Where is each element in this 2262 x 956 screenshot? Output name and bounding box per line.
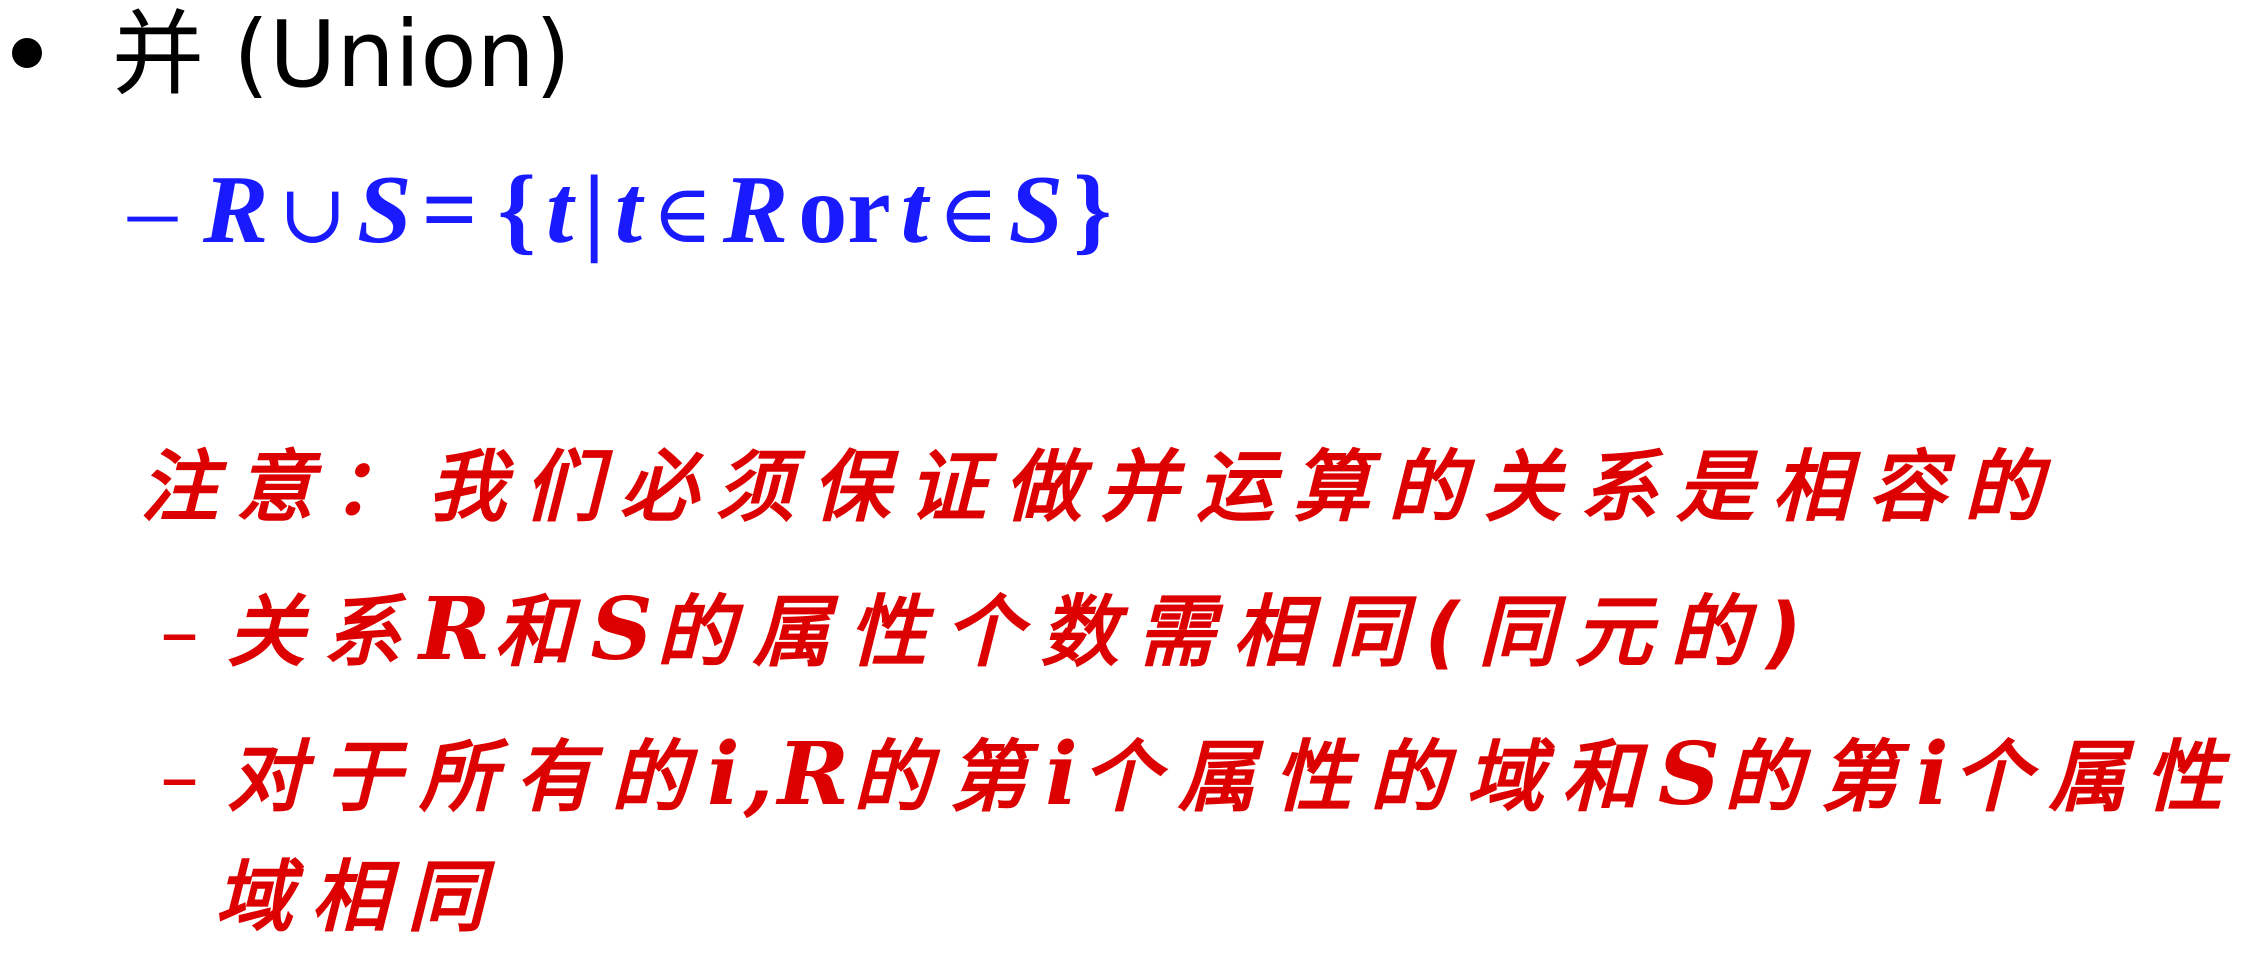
formula-r: R: [722, 156, 789, 264]
heading-line: 并 (Union): [12, 0, 571, 110]
sub-bullet-dash: –: [160, 733, 199, 823]
relation-r: R: [777, 724, 854, 825]
element-of-symbol: ∈: [652, 167, 713, 262]
note-item-domain: – 对于所有的i,R的第i个属性的域和S的第i个属性: [160, 725, 2241, 828]
note-text: 个属性的域和: [1081, 733, 1658, 823]
equals-sign: =: [421, 156, 478, 264]
note-text: 个属性: [1952, 733, 2241, 823]
sub-bullet-dash: –: [160, 588, 199, 678]
relation-r: R: [419, 579, 495, 680]
union-formula: – R ∪ S ={t | t ∈ Ror t ∈ S}: [128, 150, 1122, 275]
heading-text: 并 (Union): [112, 1, 571, 108]
note-item-arity: – 关系R和S的属性个数需相同(同元的): [160, 580, 1820, 683]
index-i: i,: [707, 724, 778, 825]
relation-s: S: [1657, 724, 1724, 825]
formula-t: t: [614, 156, 643, 264]
bullet-icon: [12, 37, 42, 68]
note-text: 关系: [227, 588, 420, 678]
left-brace: {: [497, 156, 537, 264]
slide: 并 (Union) – R ∪ S ={t | t ∈ Ror t ∈ S} 注意：我们必须保证做并运…: [0, 0, 2262, 956]
index-i: i: [1045, 724, 1082, 825]
formula-s: S: [357, 156, 412, 264]
note-text: 和: [494, 588, 591, 678]
formula-t: t: [546, 156, 574, 264]
note-text: 的属性个数需相同(同元的): [656, 588, 1820, 678]
element-of-symbol: ∈: [937, 167, 999, 262]
union-symbol: ∪: [278, 167, 348, 262]
formula-dash: –: [128, 156, 177, 264]
formula-s: S: [1008, 156, 1064, 264]
such-that-bar: |: [583, 156, 605, 264]
relation-s: S: [590, 579, 657, 680]
note-text: 对于所有的: [227, 733, 708, 823]
formula-t: t: [900, 156, 928, 264]
note-text: 的第: [853, 733, 1046, 823]
index-i: i: [1915, 724, 1953, 825]
note-heading: 注意：我们必须保证做并运算的关系是相容的: [140, 443, 2061, 533]
right-brace: }: [1073, 156, 1112, 264]
formula-r: R: [203, 156, 269, 264]
note-item-domain-continued: 域相同: [215, 853, 504, 943]
or-word: or: [798, 156, 891, 264]
note-text: 的第: [1723, 733, 1916, 823]
